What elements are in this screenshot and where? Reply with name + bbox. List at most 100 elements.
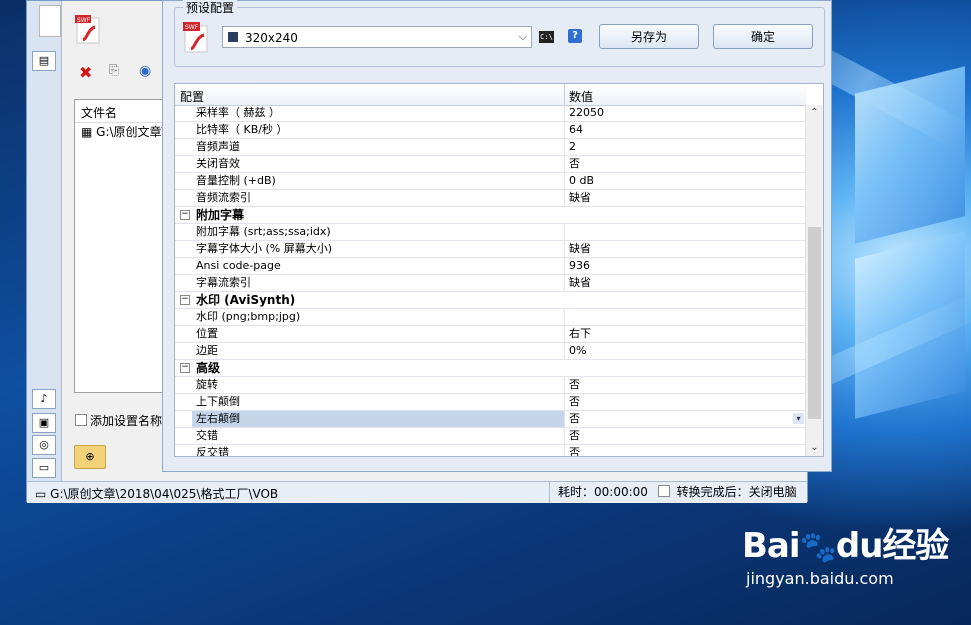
audio-icon[interactable]: ♪ [32, 389, 56, 409]
grid-row[interactable]: 音频流索引 缺省 [175, 190, 806, 207]
grid-row-value[interactable]: 64 [569, 122, 583, 138]
grid-row[interactable]: 旋转 否 [175, 377, 806, 394]
grid-category-row[interactable]: − 附加字幕 [175, 207, 806, 224]
col-config-header: 配置 [180, 90, 205, 104]
grid-rows: 采样率（ 赫兹 ） 22050 比特率（ KB/秒 ） 64 音频声道 2 关闭音效否音量控… [175, 105, 806, 457]
grid-row[interactable]: 位置 右下 [175, 326, 806, 343]
grid-row[interactable]: 上下颠倒 否 [175, 394, 806, 411]
col-value-header: 数值 [569, 90, 594, 104]
help-icon[interactable]: ? [568, 29, 582, 43]
delete-icon[interactable]: ✖ [79, 63, 92, 82]
scroll-down-icon[interactable]: ⌄ [806, 440, 823, 456]
grid-row-key: 水印 (png;bmp;jpg) [196, 310, 301, 323]
grid-category-row[interactable]: − 高级 [175, 360, 806, 377]
grid-row-key: 字幕流索引 [196, 276, 251, 289]
grid-category-row[interactable]: − 水印 (AviSynth) [175, 292, 806, 309]
grid-row-key: 字幕字体大小 (% 屏幕大小) [196, 242, 333, 255]
watermark-brand: Bai🐾du经验 [742, 526, 949, 566]
grid-row-key: 比特率（ KB/秒 ） [196, 123, 288, 136]
grid-row[interactable]: 字幕字体大小 (% 屏幕大小) 缺省 [175, 241, 806, 258]
collapse-icon[interactable]: − [180, 210, 190, 220]
grid-row-value[interactable]: 否 [569, 156, 580, 172]
status-bar: ▭ G:\原创文章\2018\04\025\格式工厂\VOB 耗时：00:00:… [27, 481, 807, 503]
grid-row[interactable]: 反交错 否 [175, 445, 806, 457]
grid-row-value[interactable]: 0% [569, 343, 586, 359]
video-icon[interactable]: ▤ [32, 51, 56, 71]
grid-row-value[interactable]: 缺省 [569, 275, 591, 291]
picture-icon[interactable]: ▣ [32, 413, 56, 433]
grid-row[interactable]: 边距 0% [175, 343, 806, 360]
baidu-watermark: Bai🐾du经验 jingyan.baidu.com [742, 518, 949, 588]
grid-row-key: 左右颠倒 [192, 411, 564, 427]
grid-row-key: 位置 [196, 327, 218, 340]
grid-row-key: 音频声道 [196, 140, 240, 153]
grid-row-key: 音频流索引 [196, 191, 251, 204]
status-time-area: 耗时：00:00:00 转换完成后：关闭电脑 [549, 482, 797, 503]
dropdown-arrow-icon[interactable]: ▾ [793, 413, 804, 424]
tools-icon[interactable]: ▭ [32, 458, 56, 478]
grid-row-key: Ansi code-page [196, 259, 281, 272]
grid-row-value[interactable]: 否 [569, 428, 580, 444]
svg-text:SWF: SWF [77, 17, 91, 24]
swf-icon: SWF [75, 15, 100, 44]
grid-row-value[interactable]: 否 [569, 394, 580, 410]
paw-icon: 🐾 [799, 530, 837, 565]
grid-row[interactable]: 采样率（ 赫兹 ） 22050 [175, 105, 806, 122]
grid-row[interactable]: 音量控制 (+dB) 0 dB [175, 173, 806, 190]
disc-icon[interactable]: ◎ [32, 435, 56, 455]
chevron-down-icon: ⌵ [518, 30, 527, 43]
grid-header: 配置 数值 [175, 84, 806, 106]
ok-button[interactable]: 确定 [713, 24, 813, 49]
command-icon[interactable]: C:\ [539, 31, 554, 43]
grid-row[interactable]: 字幕流索引 缺省 [175, 275, 806, 292]
grid-row[interactable]: 关闭音效 否 [175, 156, 806, 173]
preset-group-title: 预设配置 [183, 0, 238, 16]
config-grid[interactable]: 配置 数值 采样率（ 赫兹 ） 22050 比特率（ KB/秒 ） 64 音频声道 2 关闭… [174, 83, 824, 457]
folder-icon: ⊕ [85, 450, 95, 463]
grid-row-key: 附加字幕 [196, 208, 245, 222]
grid-row[interactable]: 附加字幕 (srt;ass;ssa;idx) [175, 224, 806, 241]
grid-row-value[interactable]: 否 [569, 377, 580, 393]
grid-row-key: 边距 [196, 344, 218, 357]
scroll-up-icon[interactable]: ⌃ [806, 105, 823, 121]
grid-row[interactable]: 音频声道 2 [175, 139, 806, 156]
grid-row[interactable]: 左右颠倒否 ▾ [175, 411, 806, 428]
clear-icon[interactable]: ⎘ [109, 63, 119, 78]
preset-group: 预设配置 SWF 320x240 ⌵ C:\ ? 另存为 确定 [174, 0, 825, 67]
play-icon[interactable]: ◉ [139, 63, 151, 79]
folder-button[interactable]: ⊕ [74, 445, 106, 469]
grid-row[interactable]: 交错 否 [175, 428, 806, 445]
scroll-thumb[interactable] [808, 227, 821, 419]
grid-row-value[interactable]: 缺省 [569, 241, 591, 257]
elapsed-time: 耗时：00:00:00 [558, 485, 648, 499]
shutdown-checkbox[interactable] [657, 485, 670, 497]
grid-row-key: 高级 [196, 361, 221, 375]
vertical-scrollbar[interactable]: ⌃ ⌄ [805, 105, 823, 456]
grid-row[interactable]: 比特率（ KB/秒 ） 64 [175, 122, 806, 139]
grid-row-value[interactable]: 0 dB [569, 173, 594, 189]
grid-row-value[interactable]: 936 [569, 258, 590, 274]
collapse-icon[interactable]: − [180, 363, 190, 373]
grid-row-key: 反交错 [196, 446, 229, 457]
grid-row-value[interactable]: 右下 [569, 326, 591, 342]
swf-icon: SWF [183, 22, 208, 53]
preset-config-dialog: 预设配置 SWF 320x240 ⌵ C:\ ? 另存为 确定 配置 数值 采样… [162, 0, 832, 472]
grid-row-value[interactable]: 22050 [569, 105, 604, 121]
grid-row-key: 水印 (AviSynth) [196, 293, 296, 307]
add-setting-name-checkbox[interactable]: 添加设置名称 [75, 412, 162, 429]
grid-row-key: 上下颠倒 [196, 395, 240, 408]
save-icon [228, 32, 238, 42]
preset-select[interactable]: 320x240 ⌵ [222, 26, 532, 48]
left-toolbar: ▤ ♪ ▣ ◎ ▭ [27, 1, 62, 481]
status-path: ▭ G:\原创文章\2018\04\025\格式工厂\VOB [35, 487, 279, 501]
folder-small-icon: ▭ [35, 487, 47, 501]
collapse-icon[interactable]: − [180, 295, 190, 305]
grid-row[interactable]: 水印 (png;bmp;jpg) [175, 309, 806, 326]
grid-row[interactable]: Ansi code-page 936 [175, 258, 806, 275]
save-as-button[interactable]: 另存为 [599, 24, 699, 49]
grid-row-key: 附加字幕 (srt;ass;ssa;idx) [196, 225, 331, 238]
grid-row-value[interactable]: 缺省 [569, 190, 591, 206]
grid-row-value[interactable]: 否 [569, 411, 580, 427]
grid-row-value[interactable]: 2 [569, 139, 576, 155]
grid-row-value[interactable]: 否 [569, 445, 580, 456]
